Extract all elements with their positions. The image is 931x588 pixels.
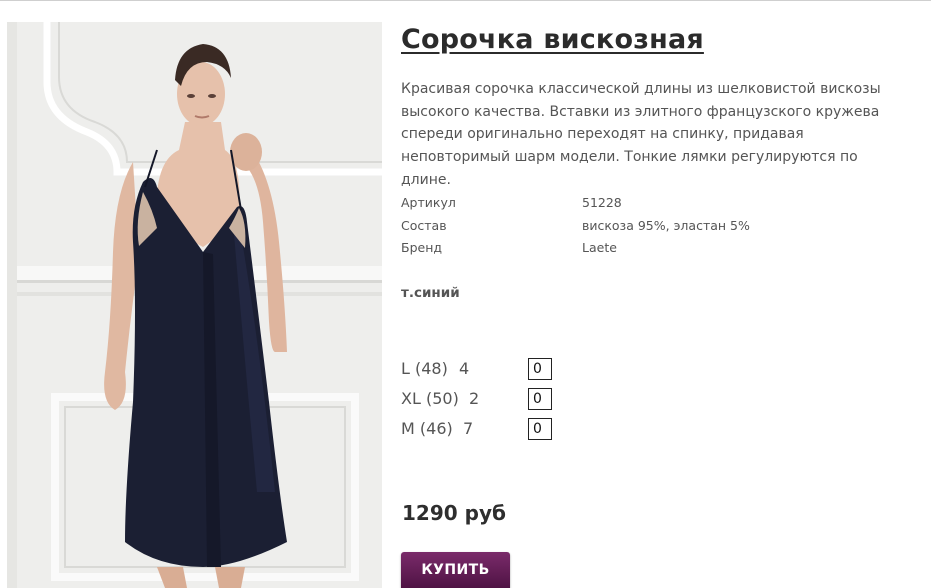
size-stock: 7	[463, 419, 474, 438]
attribute-value: Laete	[582, 240, 617, 255]
quantity-input-m[interactable]	[528, 418, 552, 440]
size-stock: 2	[469, 389, 480, 408]
size-stock: 4	[459, 359, 470, 378]
size-label: XL (50)	[401, 389, 459, 408]
product-title: Сорочка вискозная	[401, 24, 704, 55]
attribute-label: Артикул	[401, 195, 456, 210]
buy-button[interactable]: КУПИТЬ	[401, 552, 510, 588]
product-price: 1290 руб	[402, 501, 506, 525]
quantity-input-l[interactable]	[528, 358, 552, 380]
size-label: L (48)	[401, 359, 448, 378]
product-description: Красивая сорочка классической длины из ш…	[401, 81, 881, 188]
attribute-label: Бренд	[401, 240, 443, 255]
attribute-value: 51228	[582, 195, 622, 210]
model-in-navy-slip-dress-image	[7, 22, 382, 588]
top-divider	[0, 0, 931, 1]
size-label: M (46)	[401, 419, 453, 438]
color-name: т.синий	[401, 285, 460, 301]
product-photo[interactable]	[7, 22, 382, 588]
attribute-value: вискоза 95%, эластан 5%	[582, 217, 750, 233]
quantity-input-xl[interactable]	[528, 388, 552, 410]
attribute-label: Состав	[401, 217, 447, 233]
